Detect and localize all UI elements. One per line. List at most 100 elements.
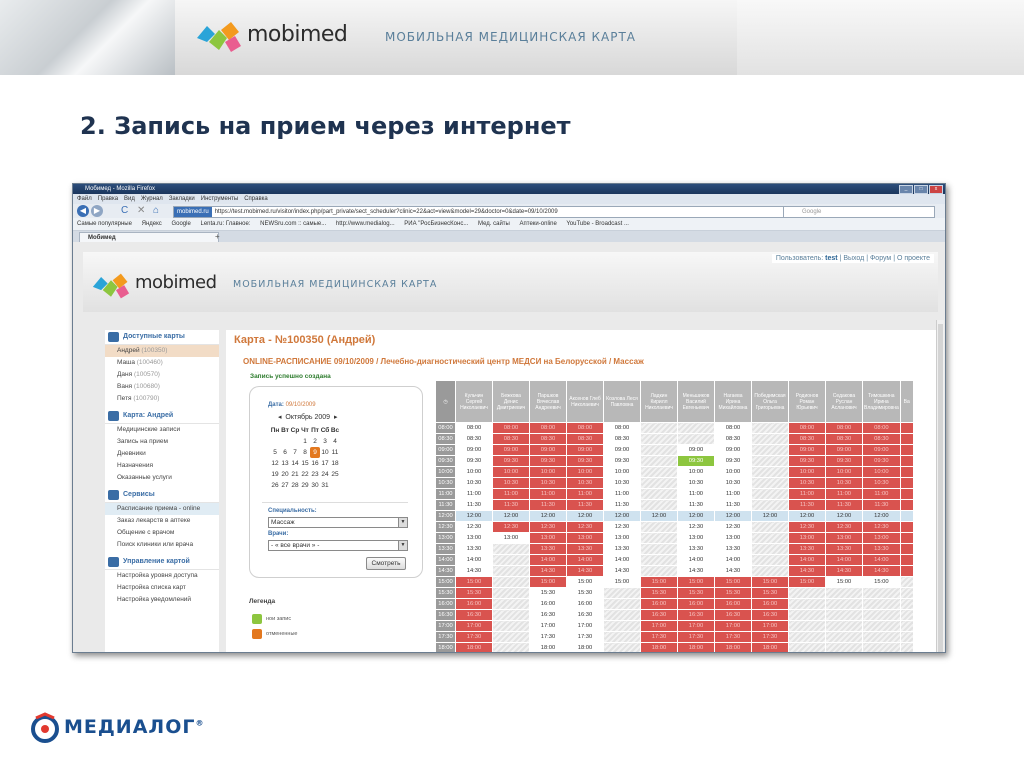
calendar-day[interactable]: 26	[270, 480, 280, 491]
schedule-slot[interactable]: 12:00	[751, 510, 789, 522]
specialty-select[interactable]: Массаж ▼	[268, 517, 408, 528]
bookmark-item[interactable]: NEWSru.com :: самые...	[260, 221, 326, 227]
calendar-day[interactable]: 10	[320, 447, 330, 458]
sidebar-item[interactable]: Ваня (100680)	[105, 381, 219, 393]
calendar-day[interactable]: 16	[310, 458, 320, 469]
calendar-day[interactable]: 9	[310, 447, 320, 458]
schedule-slot[interactable]: 16:00	[566, 598, 604, 610]
calendar-day[interactable]: 12	[270, 458, 280, 469]
bookmark-item[interactable]: http://www.medialog...	[336, 221, 395, 227]
schedule-slot[interactable]: 15:00	[566, 576, 604, 588]
sidebar-item[interactable]: Запись на прием	[105, 436, 219, 448]
sidebar-item[interactable]: Даня (100570)	[105, 369, 219, 381]
calendar-day[interactable]: 18	[330, 458, 340, 469]
schedule-slot[interactable]: 16:00	[529, 598, 567, 610]
bookmark-item[interactable]: YouTube - Broadcast ...	[566, 221, 629, 227]
next-month-icon[interactable]: ▸	[334, 414, 338, 421]
schedule-slot[interactable]: 09:00	[603, 444, 641, 456]
new-tab-icon[interactable]: +	[215, 232, 220, 242]
sidebar-item[interactable]: Назначения	[105, 460, 219, 472]
calendar-day[interactable]: 27	[280, 480, 290, 491]
schedule-slot[interactable]: 12:00	[788, 510, 826, 522]
schedule-slot[interactable]: 17:30	[566, 631, 604, 643]
schedule-slot[interactable]: 15:30	[529, 587, 567, 599]
calendar-day[interactable]: 25	[330, 469, 340, 480]
schedule-slot[interactable]: 15:00	[603, 576, 641, 588]
schedule-slot[interactable]: 12:00	[714, 510, 752, 522]
sidebar-item[interactable]: Настройка уровня доступа	[105, 570, 219, 582]
sidebar-item[interactable]: Андрей (100350)	[105, 345, 219, 357]
sidebar-item[interactable]: Настройка списка карт	[105, 582, 219, 594]
schedule-slot[interactable]: 12:00	[862, 510, 901, 522]
calendar-day[interactable]: 22	[300, 469, 310, 480]
schedule-slot[interactable]: 11:00	[714, 488, 752, 500]
schedule-slot[interactable]: 12:00	[603, 510, 641, 522]
schedule-slot[interactable]: 15:30	[566, 587, 604, 599]
schedule-slot[interactable]: 12:30	[603, 521, 641, 533]
menu-help[interactable]: Справка	[244, 194, 268, 204]
calendar-day[interactable]: 30	[310, 480, 320, 491]
calendar-day[interactable]: 19	[270, 469, 280, 480]
schedule-slot[interactable]: 12:30	[677, 521, 715, 533]
back-icon[interactable]: ◀	[77, 205, 89, 217]
calendar-day[interactable]: 17	[320, 458, 330, 469]
schedule-slot[interactable]: 09:00	[455, 444, 493, 456]
schedule-slot[interactable]: 08:30	[714, 433, 752, 445]
page-scrollbar[interactable]	[936, 320, 944, 652]
calendar-day[interactable]: 28	[290, 480, 300, 491]
schedule-slot[interactable]: 11:00	[455, 488, 493, 500]
search-box[interactable]: Google	[783, 206, 935, 218]
sidebar-item[interactable]: Оказанные услуги	[105, 472, 219, 484]
schedule-slot[interactable]: 11:30	[714, 499, 752, 511]
sidebar-section-header[interactable]: Управление картой	[105, 555, 219, 570]
forum-link[interactable]: Форум	[870, 255, 891, 262]
sidebar-section-header[interactable]: Сервисы	[105, 488, 219, 503]
home-icon[interactable]: ⌂	[153, 205, 159, 216]
bookmark-item[interactable]: Яндекс	[142, 221, 162, 227]
schedule-slot[interactable]: 18:00	[529, 642, 567, 652]
schedule-slot[interactable]: 14:00	[455, 554, 493, 566]
calendar-day[interactable]: 15	[300, 458, 310, 469]
sidebar-item[interactable]: Общение с врачом	[105, 527, 219, 539]
schedule-slot[interactable]: 18:00	[566, 642, 604, 652]
sidebar-item[interactable]: Дневники	[105, 448, 219, 460]
calendar-day[interactable]: 13	[280, 458, 290, 469]
bookmark-item[interactable]: Аптеки-online	[520, 221, 557, 227]
calendar-day[interactable]: 1	[300, 436, 310, 447]
schedule-slot[interactable]: 13:00	[455, 532, 493, 544]
schedule-slot[interactable]: 10:00	[603, 466, 641, 478]
schedule-slot[interactable]: 12:00	[455, 510, 493, 522]
calendar-day[interactable]: 20	[280, 469, 290, 480]
menu-history[interactable]: Журнал	[141, 194, 163, 204]
schedule-slot[interactable]: 09:00	[714, 444, 752, 456]
scrollbar-thumb[interactable]	[938, 324, 943, 652]
schedule-slot[interactable]: 11:30	[455, 499, 493, 511]
bookmark-item[interactable]: Lenta.ru: Главное:	[201, 221, 251, 227]
schedule-slot[interactable]: 14:30	[603, 565, 641, 577]
reload-icon[interactable]: C	[121, 205, 128, 216]
schedule-slot[interactable]: 14:00	[603, 554, 641, 566]
schedule-slot[interactable]: 12:00	[825, 510, 863, 522]
schedule-slot[interactable]: 10:00	[677, 466, 715, 478]
menu-bookmarks[interactable]: Закладки	[169, 194, 195, 204]
forward-icon[interactable]: ▶	[91, 205, 103, 217]
calendar-day[interactable]: 29	[300, 480, 310, 491]
calendar-day[interactable]: 24	[320, 469, 330, 480]
schedule-slot[interactable]: 12:00	[640, 510, 678, 522]
schedule-slot[interactable]: 12:00	[566, 510, 604, 522]
schedule-slot[interactable]: 17:30	[529, 631, 567, 643]
sidebar-item[interactable]: Маша (100460)	[105, 357, 219, 369]
schedule-slot[interactable]: 16:30	[529, 609, 567, 621]
schedule-slot[interactable]: 08:30	[603, 433, 641, 445]
schedule-slot[interactable]: 12:00	[529, 510, 567, 522]
schedule-slot[interactable]: 09:30	[677, 455, 715, 467]
about-link[interactable]: О проекте	[897, 255, 930, 262]
schedule-slot[interactable]: 08:00	[714, 422, 752, 434]
schedule-slot[interactable]: 13:00	[677, 532, 715, 544]
show-button[interactable]: Смотреть	[366, 557, 406, 570]
doctor-select[interactable]: - « все врачи » - ▼	[268, 540, 408, 551]
schedule-slot[interactable]: 11:00	[603, 488, 641, 500]
sidebar-item[interactable]: Настройка уведомлений	[105, 594, 219, 606]
calendar-day[interactable]: 3	[320, 436, 330, 447]
calendar-day[interactable]: 23	[310, 469, 320, 480]
